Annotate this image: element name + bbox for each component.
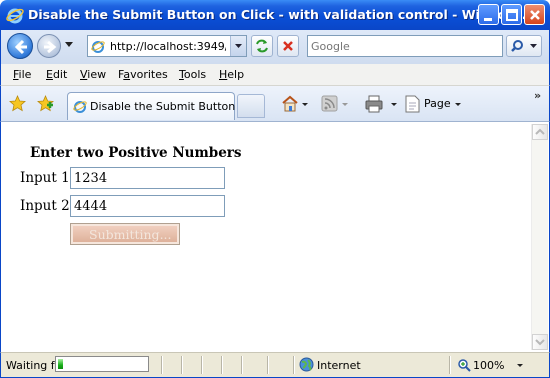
progress-fill (58, 359, 63, 369)
tab-active[interactable]: Disable the Submit Button ... (67, 92, 249, 120)
globe-icon (299, 357, 314, 372)
maximize-button[interactable] (501, 4, 522, 25)
minimize-button[interactable] (478, 4, 499, 25)
menu-tools[interactable]: Tools (179, 68, 206, 81)
input2-field[interactable] (70, 195, 225, 217)
status-divider (161, 356, 162, 374)
maximize-icon (506, 9, 518, 21)
menu-view[interactable]: View (80, 68, 106, 81)
search-input[interactable] (311, 37, 499, 55)
command-bar: Disable the Submit Button ... Page » (0, 86, 550, 122)
add-favorite-icon[interactable] (37, 95, 54, 112)
scroll-up-button[interactable] (532, 124, 548, 140)
search-icon (511, 40, 537, 52)
minimize-icon (484, 18, 492, 21)
status-divider (181, 356, 182, 374)
page-content: Enter two Positive Numbers Input 1: Inpu… (0, 122, 550, 352)
input1-label: Input 1: (20, 170, 75, 186)
chevron-down-icon[interactable] (517, 364, 525, 370)
ie-logo-icon (6, 8, 24, 24)
search-button[interactable] (506, 35, 542, 57)
menu-favorites[interactable]: Favorites (118, 68, 168, 81)
input1-field[interactable] (70, 167, 225, 189)
stop-button[interactable] (277, 35, 299, 57)
print-icon[interactable] (365, 94, 399, 114)
status-divider (293, 356, 294, 374)
status-text: Waiting f (6, 359, 55, 372)
new-tab-button[interactable] (237, 94, 265, 118)
url-input[interactable] (110, 37, 226, 55)
form-title: Enter two Positive Numbers (30, 145, 242, 161)
back-arrow-icon (14, 39, 27, 55)
tab-label: Disable the Submit Button ... (90, 100, 250, 113)
url-dropdown-button[interactable] (230, 36, 246, 56)
title-bar: Disable the Submit Button on Click - wit… (0, 0, 550, 30)
refresh-button[interactable] (251, 35, 273, 57)
status-divider (267, 356, 268, 374)
refresh-icon (256, 39, 268, 53)
page-icon (73, 101, 87, 113)
input2-label: Input 2: (20, 198, 75, 214)
page-menu-icon[interactable] (403, 94, 423, 114)
search-field[interactable] (307, 35, 503, 57)
menu-edit[interactable]: Edit (46, 68, 67, 81)
menu-help[interactable]: Help (219, 68, 244, 81)
close-icon (530, 10, 540, 20)
vertical-scrollbar[interactable] (531, 124, 548, 350)
status-divider (201, 356, 202, 374)
scroll-down-button[interactable] (532, 334, 548, 350)
history-dropdown-icon[interactable] (65, 42, 74, 48)
status-bar: Waiting f Internet 100% (0, 352, 550, 378)
status-divider (221, 356, 222, 374)
forward-arrow-icon (44, 40, 57, 54)
menu-bar: File Edit View Favorites Tools Help (0, 64, 550, 86)
page-icon (91, 41, 105, 53)
stop-icon (283, 41, 293, 51)
zoom-level-label[interactable]: 100% (473, 359, 504, 372)
window-title: Disable the Submit Button on Click - wit… (28, 7, 532, 22)
chevron-up-icon (535, 128, 545, 135)
favorites-star-icon[interactable] (9, 95, 26, 112)
back-button[interactable] (7, 33, 33, 59)
security-zone-label: Internet (317, 359, 361, 372)
page-menu-label[interactable]: Page (424, 97, 451, 110)
progress-bar (55, 356, 149, 372)
chevron-down-icon (235, 44, 242, 48)
chevron-down-icon (535, 339, 545, 346)
status-divider (241, 356, 242, 374)
address-toolbar (0, 30, 550, 64)
chevron-down-icon[interactable] (455, 94, 463, 114)
address-field[interactable] (87, 35, 247, 57)
menu-file[interactable]: File (13, 68, 31, 81)
zoom-icon[interactable] (457, 358, 471, 372)
status-divider (449, 356, 450, 374)
close-button[interactable] (524, 4, 545, 25)
toolbar-overflow-chevron[interactable]: » (534, 89, 541, 102)
feeds-icon[interactable] (321, 94, 349, 114)
submit-button[interactable]: Submitting... (70, 223, 180, 245)
home-icon[interactable] (281, 94, 309, 114)
forward-button[interactable] (37, 34, 61, 58)
